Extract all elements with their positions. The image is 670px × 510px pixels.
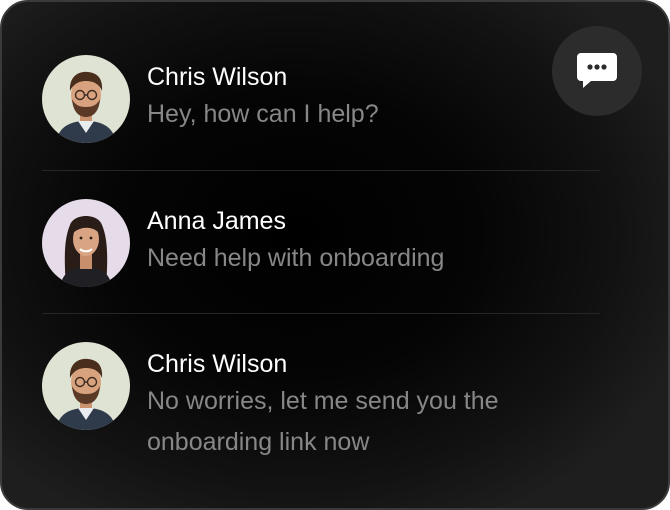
sender-name: Chris Wilson xyxy=(147,350,288,378)
chat-widget-card: Chris Wilson Hey, how can I help? Anna J… xyxy=(0,0,670,510)
avatar-woman-icon xyxy=(42,199,130,287)
sender-name: Anna James xyxy=(147,207,286,235)
sender-name: Chris Wilson xyxy=(147,63,288,91)
avatar-man-icon xyxy=(42,342,130,430)
divider xyxy=(42,170,600,171)
message-text: Need help with onboarding xyxy=(147,244,445,272)
avatar xyxy=(42,199,130,287)
message-text: Hey, how can I help? xyxy=(147,100,379,128)
avatar-man-icon xyxy=(42,55,130,143)
message-text: No worries, let me send you the onboardi… xyxy=(147,387,499,456)
divider xyxy=(42,313,600,314)
avatar xyxy=(42,55,130,143)
avatar xyxy=(42,342,130,430)
chat-bubble-icon xyxy=(577,53,617,88)
